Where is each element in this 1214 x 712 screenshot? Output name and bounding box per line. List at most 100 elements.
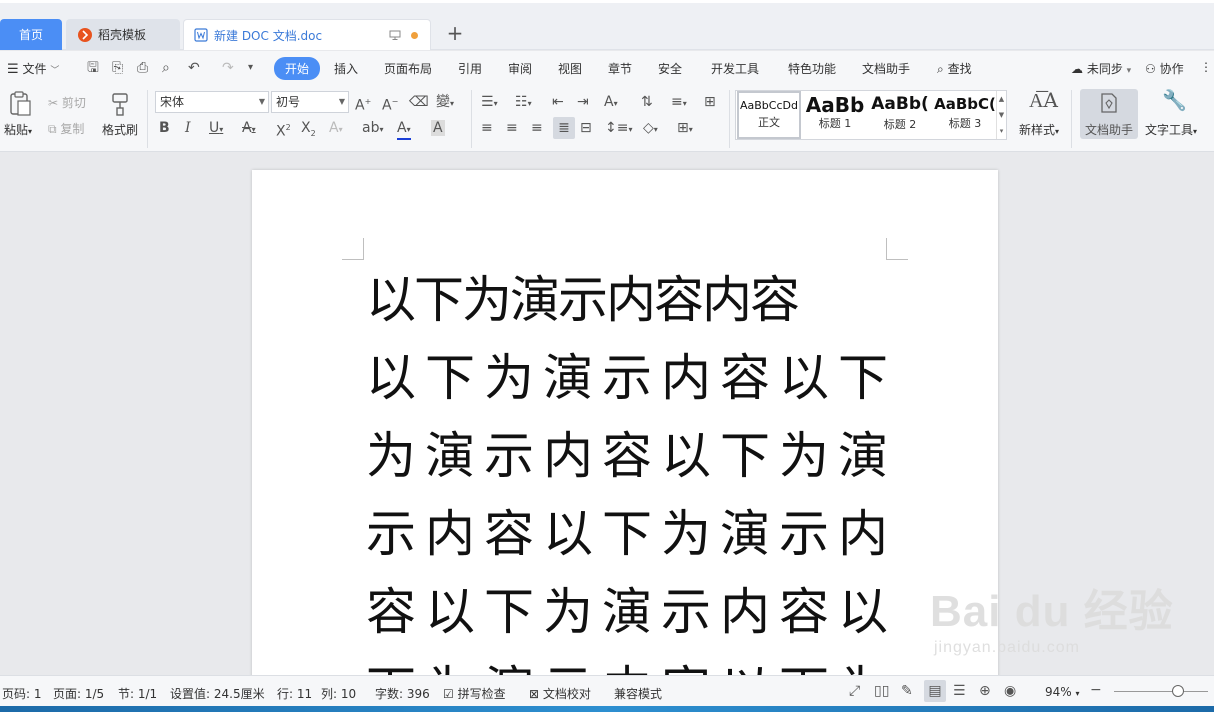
bullet-list-icon[interactable]: ☰▾ <box>481 94 498 112</box>
superscript-icon[interactable]: X2 <box>276 120 291 140</box>
document-line-5[interactable]: 容以下为演示内容以 <box>366 582 897 642</box>
tab-home[interactable]: 首页 <box>0 19 62 50</box>
phonetic-guide-icon[interactable]: 變▾ <box>436 94 454 112</box>
align-center-icon[interactable]: ≡ <box>506 120 518 136</box>
style-heading-1[interactable]: AaBb 标题 1 <box>803 91 867 139</box>
subscript-icon[interactable]: X2 <box>301 120 316 142</box>
text-direction-icon[interactable]: A▾ <box>604 94 618 112</box>
menu-home[interactable]: 开始 <box>274 57 321 80</box>
distribute-icon[interactable]: ⊟ <box>580 120 592 136</box>
menu-review[interactable]: 审阅 <box>508 60 532 77</box>
style-heading-2[interactable]: AaBb( 标题 2 <box>868 91 932 139</box>
menu-features[interactable]: 特色功能 <box>788 60 836 77</box>
menu-view[interactable]: 视图 <box>558 60 582 77</box>
style-heading-3[interactable]: AaBbC( 标题 3 <box>933 91 997 139</box>
status-col[interactable]: 列: 10 <box>321 685 356 702</box>
fullscreen-icon[interactable]: ⤢ <box>849 683 860 699</box>
copy-button[interactable]: ⧉ 复制 <box>48 120 84 137</box>
font-color-icon[interactable]: A▾ <box>397 120 411 140</box>
tab-template[interactable]: 稻壳模板 <box>66 19 180 50</box>
print-preview-icon[interactable]: ⌕ <box>162 60 170 76</box>
doc-helper-button[interactable]: 文档助手 <box>1080 89 1138 139</box>
char-shading-icon[interactable]: A <box>431 120 445 136</box>
new-tab-button[interactable]: + <box>444 23 466 45</box>
underline-icon[interactable]: U▾ <box>209 120 223 138</box>
collaborate-button[interactable]: ⚇ 协作 <box>1145 60 1184 77</box>
menu-developer[interactable]: 开发工具 <box>711 60 759 77</box>
zoom-level-select[interactable]: 94% ▾ <box>1045 685 1080 699</box>
shading-icon[interactable]: ◇▾ <box>643 120 658 138</box>
menu-insert[interactable]: 插入 <box>334 60 358 77</box>
line-spacing-options-icon[interactable]: ≡▾ <box>671 94 687 112</box>
menu-references[interactable]: 引用 <box>458 60 482 77</box>
cut-button[interactable]: ✂ 剪切 <box>48 94 86 111</box>
print-icon[interactable]: ⎙ <box>137 60 148 76</box>
menu-file[interactable]: ☰ 文件 ﹀ <box>7 60 59 77</box>
proofread-button[interactable]: ⊠ 文档校对 <box>529 685 591 702</box>
shrink-font-icon[interactable]: A− <box>382 94 398 114</box>
style-normal[interactable]: AaBbCcDd 正文 <box>737 91 801 139</box>
eye-protection-icon[interactable]: ◉ <box>1004 683 1016 699</box>
line-spacing-icon[interactable]: ↕≡▾ <box>605 120 632 138</box>
status-page-code[interactable]: 页码: 1 <box>2 685 42 702</box>
tab-document[interactable]: 新建 DOC 文档.doc <box>183 19 431 50</box>
zoom-slider-track[interactable] <box>1114 691 1208 692</box>
font-size-select[interactable]: 初号 ▼ <box>271 91 349 113</box>
sort-icon[interactable]: ⇅ <box>641 94 653 110</box>
style-gallery-scroll[interactable]: ▲ ▼ ▾ <box>996 91 1006 139</box>
undo-icon[interactable]: ↶ <box>188 60 200 76</box>
document-line-1[interactable]: 以下为演示内容内容 <box>366 270 800 330</box>
spell-check-button[interactable]: ☑ 拼写检查 <box>443 685 506 702</box>
status-row[interactable]: 行: 11 <box>277 685 312 702</box>
document-page[interactable]: 以下为演示内容内容 以下为演示内容以下 为演示内容以下为演 示内容以下为演示内 … <box>252 170 998 675</box>
text-effect-icon[interactable]: A▾ <box>329 120 343 138</box>
grow-font-icon[interactable]: A+ <box>355 94 371 114</box>
document-line-2[interactable]: 以下为演示内容以下 <box>366 348 897 408</box>
borders-icon[interactable]: ⊞▾ <box>677 120 693 138</box>
status-section[interactable]: 节: 1/1 <box>118 685 157 702</box>
clear-format-icon[interactable]: ⌫ <box>409 94 429 110</box>
document-line-3[interactable]: 为演示内容以下为演 <box>366 426 897 486</box>
menu-search[interactable]: ⌕ 查找 <box>937 60 972 77</box>
text-tools-button[interactable]: 文字工具▾ <box>1145 121 1197 138</box>
strikethrough-icon[interactable]: A▾ <box>242 120 256 138</box>
quick-access-more-icon[interactable]: ▾ <box>248 60 253 76</box>
menu-chapter[interactable]: 章节 <box>608 60 632 77</box>
justify-icon[interactable]: ≣ <box>553 117 575 139</box>
align-left-icon[interactable]: ≡ <box>481 120 493 136</box>
menu-security[interactable]: 安全 <box>658 60 682 77</box>
status-setting[interactable]: 设置值: 24.5厘米 <box>170 685 265 702</box>
numbered-list-icon[interactable]: ☷▾ <box>515 94 532 112</box>
format-painter-icon[interactable] <box>109 92 131 116</box>
new-style-icon[interactable]: A͞A <box>1029 90 1058 110</box>
paste-button[interactable]: 粘贴▾ <box>4 121 32 138</box>
zoom-out-icon[interactable]: − <box>1090 682 1102 698</box>
zoom-slider-handle[interactable] <box>1172 685 1184 697</box>
more-options-icon[interactable]: ⋮ <box>1200 60 1212 74</box>
redo-icon[interactable]: ↷ <box>222 60 234 76</box>
bold-icon[interactable]: B <box>159 120 170 136</box>
export-icon[interactable]: ⎘ <box>112 60 123 76</box>
monitor-icon[interactable] <box>389 29 401 41</box>
paste-icon[interactable] <box>8 91 32 117</box>
format-painter-label[interactable]: 格式刷 <box>102 121 138 138</box>
document-line-6[interactable]: 下为演示内容以下为 <box>366 660 897 675</box>
italic-icon[interactable]: I <box>185 120 191 136</box>
font-name-select[interactable]: 宋体 ▼ <box>155 91 269 113</box>
save-icon[interactable]: 🖫 <box>87 60 99 76</box>
new-style-button[interactable]: 新样式▾ <box>1019 121 1059 138</box>
decrease-indent-icon[interactable]: ⇤ <box>552 94 564 110</box>
align-right-icon[interactable]: ≡ <box>531 120 543 136</box>
status-page[interactable]: 页面: 1/5 <box>53 685 104 702</box>
outline-view-icon[interactable]: ☰ <box>953 683 966 699</box>
page-view-icon[interactable]: ▤ <box>924 680 946 702</box>
table-icon[interactable]: ⊞ <box>704 94 716 110</box>
menu-page-layout[interactable]: 页面布局 <box>384 60 432 77</box>
web-view-icon[interactable]: ⊕ <box>979 683 991 699</box>
document-line-4[interactable]: 示内容以下为演示内 <box>366 504 897 564</box>
pen-icon[interactable]: ✎ <box>901 683 913 699</box>
sync-status[interactable]: ☁ 未同步 ▾ <box>1071 60 1131 77</box>
highlight-icon[interactable]: ab▾ <box>362 120 383 138</box>
increase-indent-icon[interactable]: ⇥ <box>577 94 589 110</box>
read-mode-icon[interactable]: ▯▯ <box>874 683 889 699</box>
